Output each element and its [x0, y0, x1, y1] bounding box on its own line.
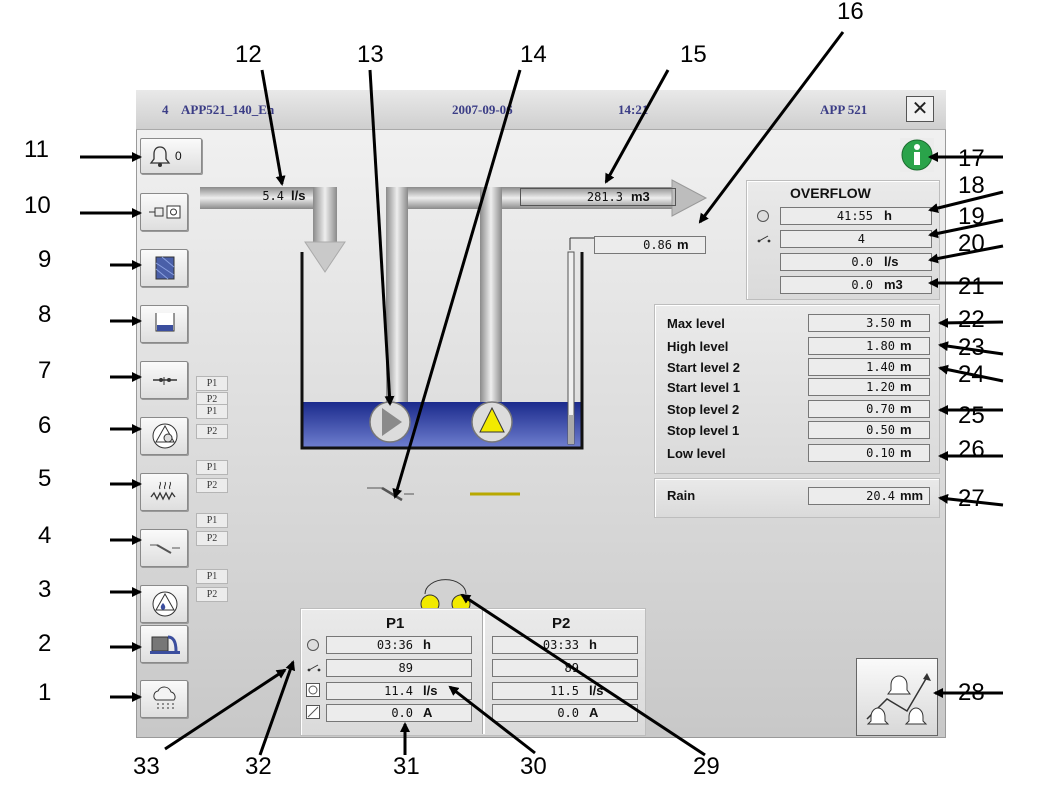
callout-arrow: [260, 69, 286, 186]
callout-arrows: [80, 31, 1004, 757]
callout-number: 3: [38, 576, 52, 603]
callout-number: 14: [520, 41, 547, 68]
callout-number: 11: [24, 136, 49, 163]
callout-number: 2: [38, 630, 52, 657]
callout-number: 4: [38, 522, 52, 549]
callout-arrow: [460, 593, 706, 757]
callout-number: 5: [38, 465, 52, 492]
callout-number: 28: [958, 679, 985, 706]
callout-number: 30: [520, 753, 547, 780]
callout-number: 7: [38, 357, 52, 384]
callout-number: 33: [133, 753, 160, 780]
callout-number: 31: [393, 753, 420, 780]
callout-number: 18: [958, 172, 985, 199]
callout-number: 25: [958, 402, 985, 429]
callout-number: 15: [680, 41, 707, 68]
callout-arrow: [448, 685, 536, 755]
callout-number: 8: [38, 301, 52, 328]
callout-number: 23: [958, 334, 985, 361]
callout-arrow: [392, 69, 522, 499]
callout-number: 24: [958, 361, 985, 388]
callout-number: 20: [958, 230, 985, 257]
callout-number: 17: [958, 145, 985, 172]
callout-number: 12: [235, 41, 262, 68]
callout-arrow: [368, 69, 395, 406]
callout-arrow: [698, 31, 845, 224]
callout-number: 27: [958, 485, 985, 512]
callout-number: 21: [958, 273, 985, 300]
callout-number: 13: [357, 41, 384, 68]
callout-number: 10: [24, 192, 51, 219]
callout-arrow: [604, 69, 670, 184]
callout-number: 16: [837, 0, 864, 25]
callout-number: 32: [245, 753, 272, 780]
callout-number: 29: [693, 753, 720, 780]
callout-number: 26: [958, 436, 985, 463]
callout-number: 6: [38, 412, 52, 439]
callout-number: 9: [38, 246, 52, 273]
callout-number: 19: [958, 203, 985, 230]
callout-number: 22: [958, 306, 985, 333]
callout-number: 1: [38, 679, 52, 706]
